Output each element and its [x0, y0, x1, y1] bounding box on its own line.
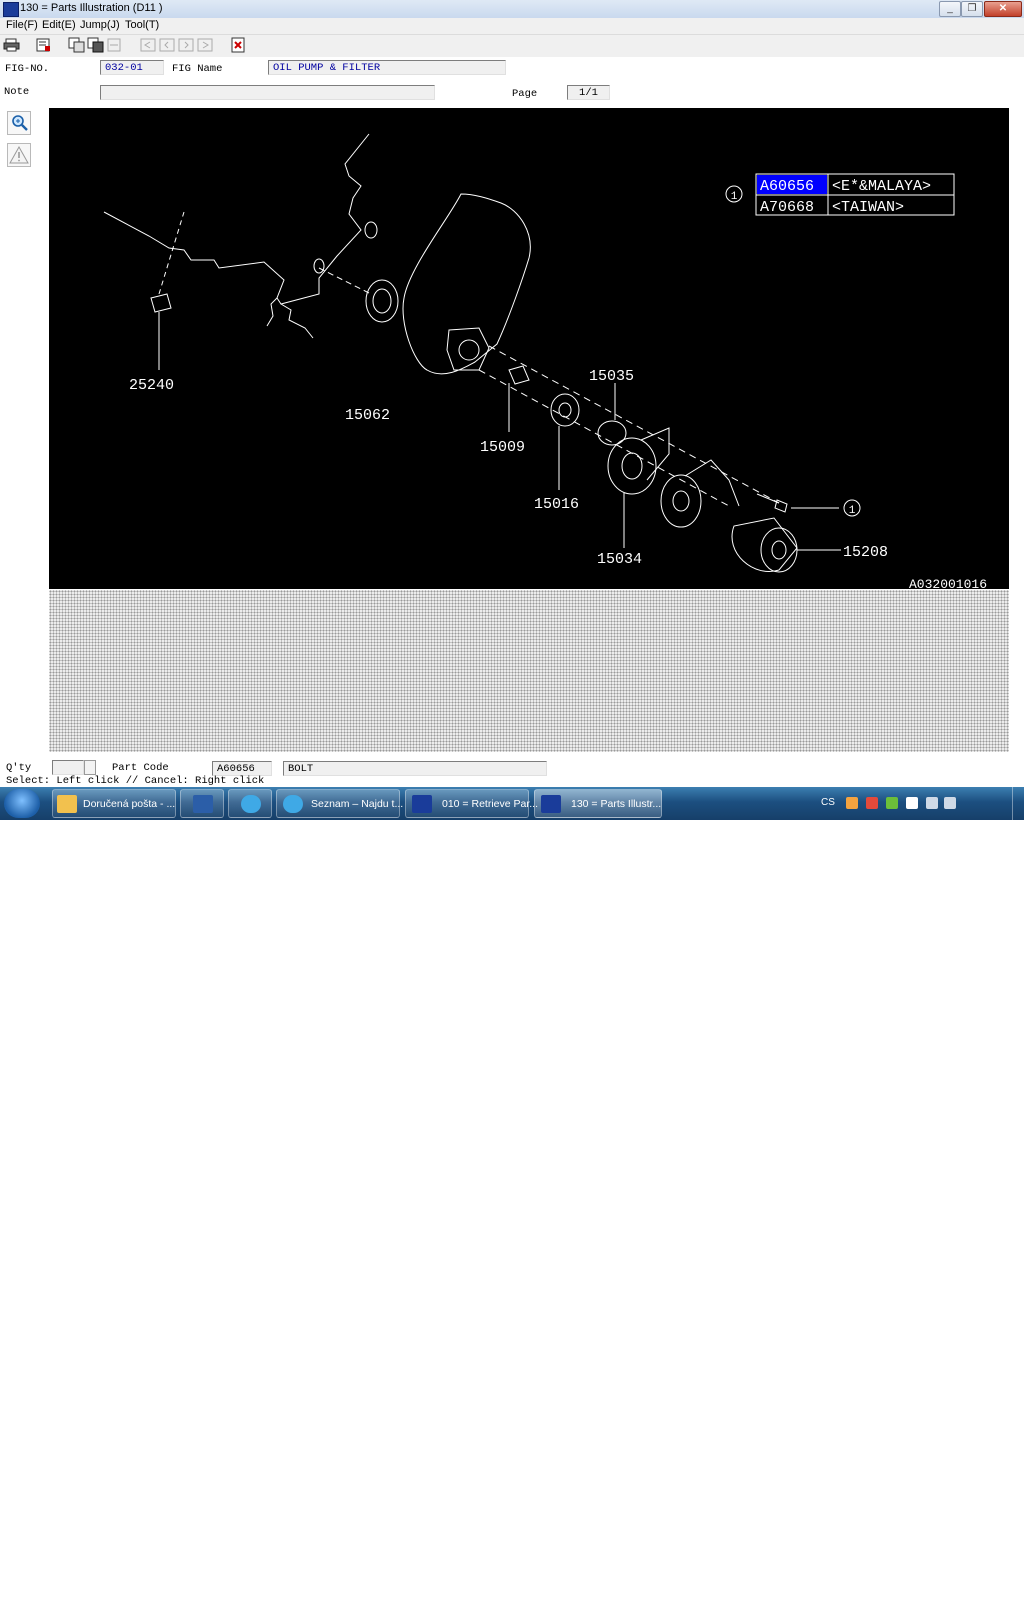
part-15016 [550, 393, 580, 427]
language-indicator[interactable]: CS [821, 797, 835, 808]
tray-icon-3[interactable] [886, 797, 898, 809]
nav-last-icon[interactable] [197, 37, 214, 53]
callout-marker-label-2: 1 [849, 505, 856, 517]
print-icon[interactable] [3, 37, 20, 53]
nav-first-icon[interactable] [140, 37, 157, 53]
taskbar: Doručená pošta - ... Seznam – Najdu t...… [0, 787, 1024, 1602]
ie-icon [283, 795, 303, 813]
page-field: 1/1 [567, 85, 610, 100]
cover-outline [402, 193, 531, 375]
ie-icon [241, 795, 261, 813]
bolt-a60656 [756, 493, 780, 504]
fig-name-field: OIL PUMP & FILTER [268, 60, 506, 75]
toolbar [0, 35, 1024, 57]
taskbar-outlook[interactable]: Doručená pošta - ... [52, 789, 176, 818]
qty-stepper[interactable] [84, 760, 96, 775]
status-text: Select: Left click // Cancel: Right clic… [6, 775, 265, 787]
fig-no-field: 032-01 [100, 60, 164, 75]
flag-icon[interactable] [906, 797, 918, 809]
tray-icon-2[interactable] [866, 797, 878, 809]
note-field [100, 85, 435, 100]
callout-region-2: <TAIWAN> [832, 199, 904, 216]
outlook-icon [57, 795, 77, 813]
copy-all-icon[interactable] [87, 37, 104, 53]
part-code-label: Part Code [112, 762, 169, 774]
minimize-button[interactable]: _ [939, 1, 961, 17]
warning-icon[interactable] [7, 143, 31, 167]
callout-marker-label: 1 [731, 191, 738, 203]
zoom-in-icon[interactable] [7, 111, 31, 135]
taskbar-seznam[interactable]: Seznam – Najdu t... [276, 789, 403, 818]
part-code-field: A60656 [212, 761, 272, 776]
seal-15062 [365, 279, 399, 323]
callout-code-1[interactable]: A60656 [760, 178, 814, 195]
menu-tool[interactable]: Tool(T) [125, 19, 159, 31]
part-label-15035[interactable]: 15035 [589, 368, 634, 385]
menu-edit[interactable]: Edit(E) [42, 19, 76, 31]
part-15035 [597, 420, 627, 446]
qty-field[interactable] [52, 760, 84, 775]
title-bar: 130 = Parts Illustration (D11 ) _ ❐ ✕ [0, 0, 1024, 19]
fig-no-label: FIG-NO. [5, 63, 50, 75]
word-icon [193, 795, 213, 813]
close-button[interactable]: ✕ [984, 1, 1022, 17]
subaru-icon [412, 795, 432, 813]
engine-outline [103, 133, 370, 305]
edit-icon[interactable] [35, 37, 52, 53]
clock-date: 8.4.2014 [965, 1591, 1005, 1602]
filter-adapter [660, 474, 702, 528]
app-icon [3, 2, 19, 17]
qty-label: Q'ty [6, 762, 32, 774]
maximize-button[interactable]: ❐ [961, 1, 983, 17]
taskbar-parts-illustration[interactable]: 130 = Parts Illustr... [534, 789, 662, 818]
part-label-15208[interactable]: 15208 [843, 544, 888, 561]
plug-25240 [150, 293, 172, 313]
part-label-15009[interactable]: 15009 [480, 439, 525, 456]
part-15034 [607, 437, 657, 495]
page-label: Page [512, 88, 538, 100]
tray-icon-1[interactable] [846, 797, 858, 809]
part-label-15016[interactable]: 15016 [534, 496, 579, 513]
subaru-icon [541, 795, 561, 813]
part-name-field: BOLT [283, 761, 547, 776]
nav-prev-icon[interactable] [159, 37, 176, 53]
show-desktop-button[interactable] [1012, 787, 1024, 820]
parts-illustration[interactable]: 1 1 A60656 <E*&MALAYA> A70668 <TAIWAN> 2… [49, 108, 1009, 589]
network-icon[interactable] [926, 797, 938, 809]
clock[interactable]: 12:38 8.4.2014 [963, 1580, 1007, 1602]
clock-time: 12:38 [972, 1580, 998, 1591]
fig-name-label: FIG Name [172, 63, 223, 75]
menu-bar: File(F) Edit(E) Jump(J) Tool(T) [0, 18, 1024, 35]
nav-next-icon[interactable] [178, 37, 195, 53]
menu-jump[interactable]: Jump(J) [80, 19, 120, 31]
part-label-25240[interactable]: 25240 [129, 377, 174, 394]
disabled-icon[interactable] [106, 37, 123, 53]
part-label-15062[interactable]: 15062 [345, 407, 390, 424]
taskbar-word[interactable] [180, 789, 224, 818]
volume-icon[interactable] [944, 797, 956, 809]
callout-code-2[interactable]: A70668 [760, 199, 814, 216]
taskbar-retrieve-parts[interactable]: 010 = Retrieve Par... [405, 789, 538, 818]
close-doc-icon[interactable] [230, 37, 247, 53]
start-button[interactable] [4, 789, 40, 818]
copy-page-icon[interactable] [68, 37, 85, 53]
part-label-15034[interactable]: 15034 [597, 551, 642, 568]
part-15009 [508, 365, 530, 385]
drawing-id: A032001016 [909, 577, 987, 589]
pump-housing [446, 327, 490, 371]
callout-region-1: <E*&MALAYA> [832, 178, 931, 195]
window-title: 130 = Parts Illustration (D11 ) [20, 2, 163, 14]
empty-canvas-area [49, 590, 1009, 752]
note-label: Note [4, 86, 30, 98]
menu-file[interactable]: File(F) [6, 19, 38, 31]
taskbar-ie[interactable] [228, 789, 272, 818]
